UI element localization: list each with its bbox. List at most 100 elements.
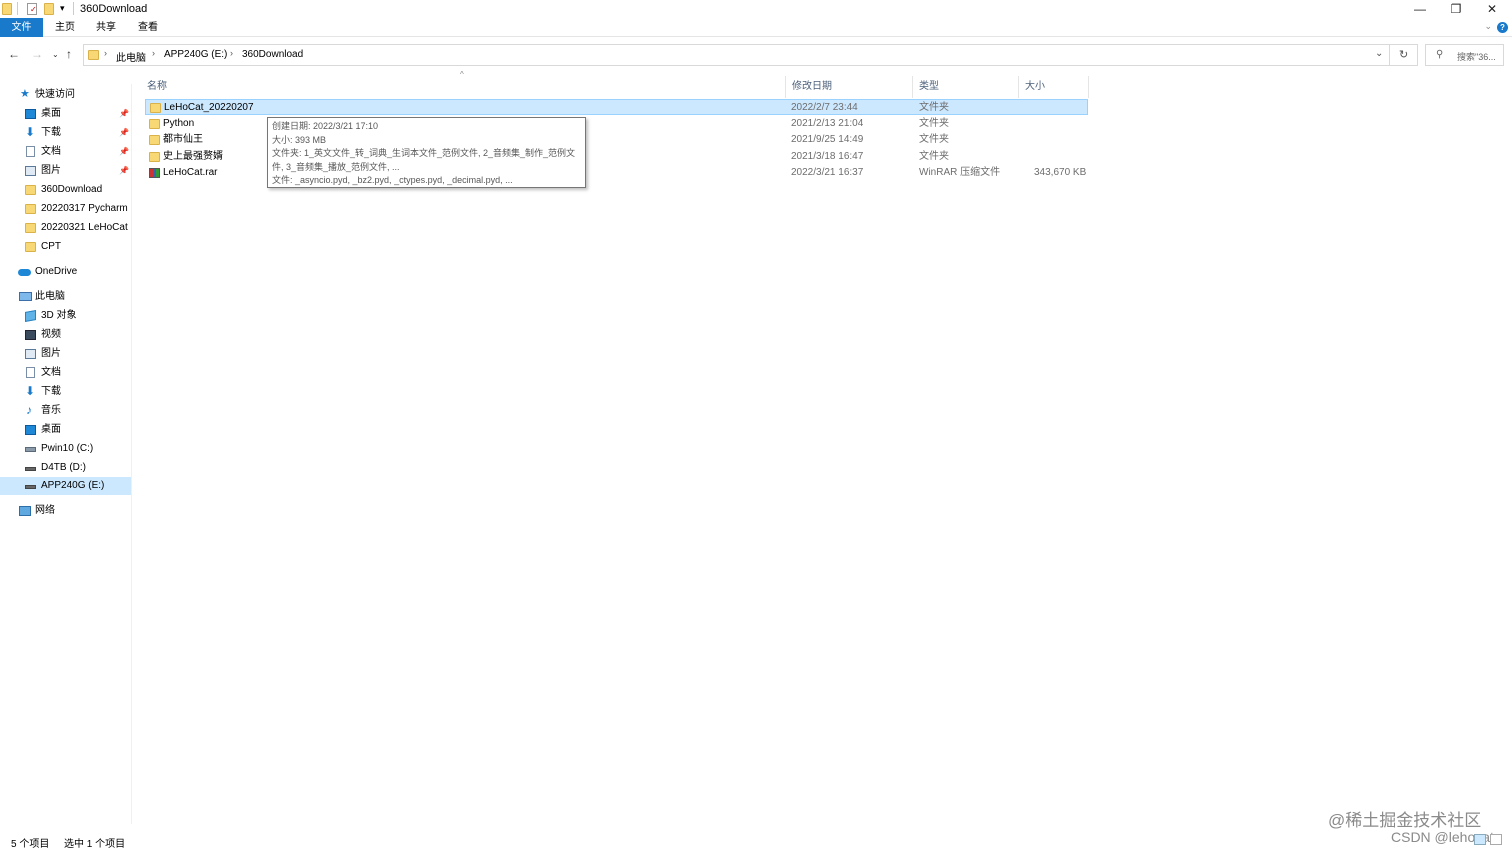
sidebar-item-cpt[interactable]: CPT xyxy=(0,238,131,256)
drive-icon xyxy=(25,467,36,471)
sidebar-item-lehocat[interactable]: 20220321 LeHoCat xyxy=(0,219,131,237)
3d-objects-icon xyxy=(25,310,36,322)
expand-ribbon-icon[interactable]: ⌄ xyxy=(1484,21,1492,32)
sidebar-item-label: 文档 xyxy=(41,146,61,157)
details-view-icon[interactable] xyxy=(1474,834,1486,845)
sidebar-item-this-pc[interactable]: 此电脑 xyxy=(0,288,131,306)
pin-icon[interactable]: 📌 xyxy=(119,143,129,161)
column-header-modified[interactable]: 修改日期 xyxy=(786,76,913,98)
help-icon[interactable]: ? xyxy=(1497,22,1508,33)
pin-icon[interactable]: 📌 xyxy=(119,124,129,142)
sidebar-item-pictures[interactable]: 图片 📌 xyxy=(0,162,131,180)
sidebar-item-drive-e[interactable]: APP240G (E:) xyxy=(0,477,131,495)
tab-home[interactable]: 主页 xyxy=(48,18,82,37)
star-icon: ★ xyxy=(20,88,30,100)
window-title: 360Download xyxy=(80,3,148,15)
folder-icon xyxy=(149,119,160,129)
sidebar-item-documents-pc[interactable]: 文档 xyxy=(0,364,131,382)
sidebar-item-quick-access[interactable]: ★ 快速访问 xyxy=(0,86,131,104)
sidebar-item-documents[interactable]: 文档 📌 xyxy=(0,143,131,161)
search-icon: ⚲ xyxy=(1436,49,1444,60)
sidebar-item-videos[interactable]: 视频 xyxy=(0,326,131,344)
tab-file[interactable]: 文件 xyxy=(0,18,43,37)
address-dropdown-icon[interactable]: ⌄ xyxy=(1375,48,1383,59)
folder-info-tooltip: 创建日期: 2022/3/21 17:10 大小: 393 MB 文件夹: 1_… xyxy=(267,117,586,188)
search-input[interactable]: ⚲ 搜索"36... xyxy=(1425,44,1504,66)
large-icons-view-icon[interactable] xyxy=(1490,834,1502,845)
restore-button[interactable]: ❐ xyxy=(1438,0,1474,18)
quick-access-dropdown-icon[interactable]: ▾ xyxy=(60,3,65,14)
properties-icon[interactable]: ✓ xyxy=(27,3,37,15)
folder-icon xyxy=(25,204,36,214)
forward-icon[interactable]: → xyxy=(31,47,43,61)
sidebar-item-drive-c[interactable]: Pwin10 (C:) xyxy=(0,440,131,458)
folder-icon xyxy=(149,152,160,162)
folder-icon xyxy=(88,50,99,60)
video-icon xyxy=(25,330,36,340)
folder-icon xyxy=(25,242,36,252)
folder-icon xyxy=(25,185,36,195)
sidebar-item-label: 文档 xyxy=(41,367,61,378)
recent-locations-icon[interactable]: ⌄ xyxy=(52,50,59,59)
pin-icon[interactable]: 📌 xyxy=(119,162,129,180)
sidebar-item-360download[interactable]: 360Download xyxy=(0,181,131,199)
chevron-right-icon: › xyxy=(152,48,155,58)
search-placeholder: 搜索"36... xyxy=(1457,52,1496,62)
refresh-icon[interactable]: ↻ xyxy=(1399,48,1408,61)
column-header-type[interactable]: 类型 xyxy=(913,76,1019,98)
computer-icon xyxy=(19,292,32,301)
cloud-icon xyxy=(18,269,31,276)
drive-icon xyxy=(25,447,36,452)
sidebar-item-onedrive[interactable]: OneDrive xyxy=(0,263,131,281)
close-button[interactable]: ✕ xyxy=(1474,0,1510,18)
sidebar-item-network[interactable]: 网络 xyxy=(0,502,131,520)
breadcrumb-360download[interactable]: 360Download xyxy=(242,49,303,60)
sidebar-item-downloads[interactable]: ⬇ 下载 📌 xyxy=(0,124,131,142)
sidebar-item-label: 音乐 xyxy=(41,405,61,416)
up-icon[interactable]: ↑ xyxy=(66,47,72,61)
drive-icon xyxy=(25,485,36,489)
sidebar-item-label: 桌面 xyxy=(41,108,61,119)
column-header-name[interactable]: 名称 xyxy=(141,76,786,98)
file-modified: 2022/3/21 16:37 xyxy=(791,167,864,178)
sidebar-item-pycharm[interactable]: 20220317 Pycharm xyxy=(0,200,131,218)
file-name: LeHoCat.rar xyxy=(163,167,218,178)
sidebar-item-label: 桌面 xyxy=(41,424,61,435)
divider xyxy=(1389,45,1390,65)
pin-icon[interactable]: 📌 xyxy=(119,105,129,123)
new-folder-icon[interactable] xyxy=(44,3,54,15)
folder-icon xyxy=(2,3,12,15)
sidebar-item-label: 20220317 Pycharm xyxy=(41,203,128,214)
sidebar-item-pictures-pc[interactable]: 图片 xyxy=(0,345,131,363)
breadcrumb-drive-e[interactable]: APP240G (E:) xyxy=(164,49,227,60)
column-header-size[interactable]: 大小 xyxy=(1019,76,1089,98)
tab-share[interactable]: 共享 xyxy=(89,18,123,37)
ribbon-tabs: 文件 主页 共享 查看 ⌄ ? xyxy=(0,18,1512,37)
folder-icon xyxy=(149,135,160,145)
sidebar-item-3d-objects[interactable]: 3D 对象 xyxy=(0,307,131,325)
table-row[interactable]: LeHoCat_20220207 2022/2/7 23:44 文件夹 xyxy=(145,99,1088,115)
minimize-button[interactable]: — xyxy=(1402,0,1438,18)
back-icon[interactable]: ← xyxy=(8,47,20,61)
sidebar-item-music[interactable]: ♪ 音乐 xyxy=(0,402,131,420)
sidebar-item-label: 下载 xyxy=(41,127,61,138)
sidebar-item-label: CPT xyxy=(41,241,61,252)
tooltip-created: 创建日期: 2022/3/21 17:10 xyxy=(272,121,379,131)
sidebar-item-label: 3D 对象 xyxy=(41,310,77,321)
sidebar-item-label: Pwin10 (C:) xyxy=(41,443,94,454)
breadcrumb-this-pc[interactable]: 此电脑 xyxy=(116,49,146,64)
pictures-icon xyxy=(25,349,36,359)
sidebar-item-drive-d[interactable]: D4TB (D:) xyxy=(0,459,131,477)
tooltip-folders: 文件夹: 1_英文文件_转_词典_生词本文件_范例文件, 2_音频集_制作_范例… xyxy=(272,148,576,158)
file-name: 都市仙王 xyxy=(163,134,203,145)
sidebar-item-label: 此电脑 xyxy=(35,291,65,302)
sidebar-item-desktop-pc[interactable]: 桌面 xyxy=(0,421,131,439)
address-bar[interactable]: › 此电脑 › APP240G (E:) › 360Download ⌄ ↻ xyxy=(83,44,1418,66)
sidebar-item-desktop[interactable]: 桌面 📌 xyxy=(0,105,131,123)
tab-view[interactable]: 查看 xyxy=(131,18,165,37)
sidebar-item-label: 360Download xyxy=(41,184,103,195)
sidebar-item-label: 下载 xyxy=(41,386,61,397)
file-modified: 2021/3/18 16:47 xyxy=(791,151,864,162)
sidebar-item-downloads-pc[interactable]: ⬇ 下载 xyxy=(0,383,131,401)
file-type: 文件夹 xyxy=(919,118,949,129)
